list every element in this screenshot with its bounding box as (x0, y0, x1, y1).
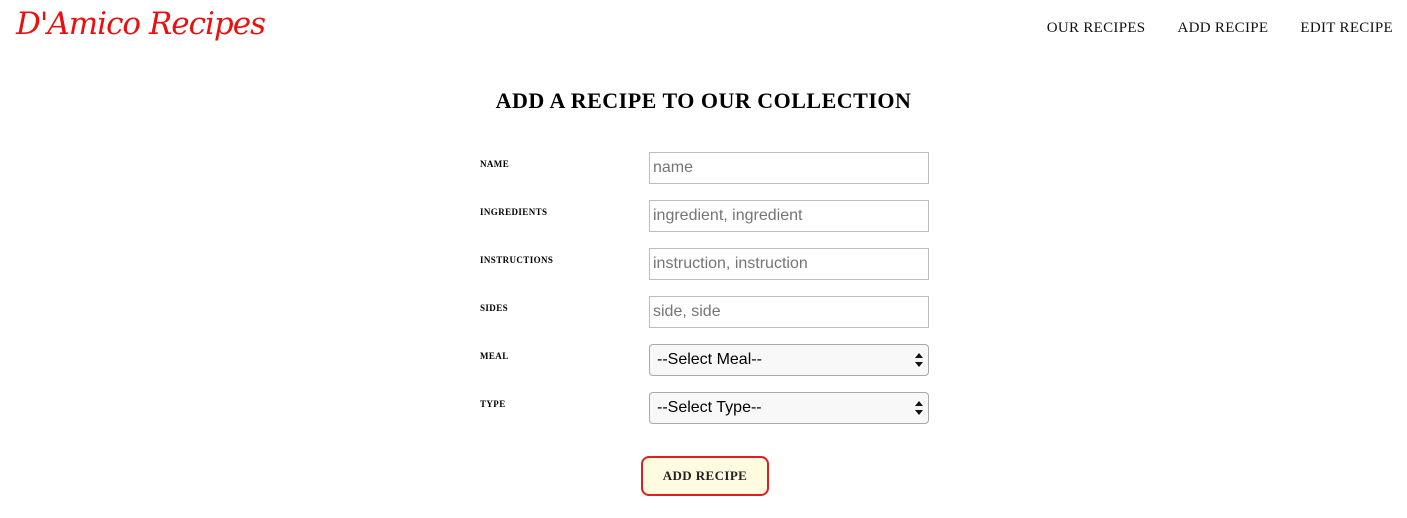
meal-row: MEAL --Select Meal-- (480, 344, 930, 376)
nav-our-recipes[interactable]: OUR RECIPES (1047, 20, 1146, 37)
type-select[interactable]: --Select Type-- (649, 392, 929, 424)
sides-row: SIDES (480, 296, 930, 328)
select-arrows-icon (915, 353, 923, 367)
ingredients-label: INGREDIENTS (480, 203, 548, 218)
instructions-input[interactable] (649, 248, 929, 280)
type-select-value: --Select Type-- (657, 399, 762, 416)
site-logo[interactable]: D'Amico Recipes (16, 6, 266, 42)
type-label: TYPE (480, 395, 506, 410)
page: D'Amico Recipes OUR RECIPES ADD RECIPE E… (0, 0, 1407, 518)
name-label: NAME (480, 155, 510, 170)
sides-label: SIDES (480, 299, 509, 314)
page-title: ADD A RECIPE TO OUR COLLECTION (495, 88, 912, 113)
name-row: NAME (480, 152, 930, 184)
main-nav: OUR RECIPES ADD RECIPE EDIT RECIPE (1047, 20, 1393, 37)
instructions-label: INSTRUCTIONS (480, 251, 554, 266)
name-input[interactable] (649, 152, 929, 184)
select-arrows-icon (915, 401, 923, 415)
meal-select[interactable]: --Select Meal-- (649, 344, 929, 376)
sides-input[interactable] (649, 296, 929, 328)
ingredients-row: INGREDIENTS (480, 200, 930, 232)
add-recipe-button[interactable]: ADD RECIPE (641, 456, 769, 496)
meal-label: MEAL (480, 347, 509, 362)
ingredients-input[interactable] (649, 200, 929, 232)
meal-select-value: --Select Meal-- (657, 351, 762, 368)
instructions-row: INSTRUCTIONS (480, 248, 930, 280)
nav-add-recipe[interactable]: ADD RECIPE (1177, 20, 1268, 37)
nav-edit-recipe[interactable]: EDIT RECIPE (1300, 20, 1393, 37)
type-row: TYPE --Select Type-- (480, 392, 930, 424)
